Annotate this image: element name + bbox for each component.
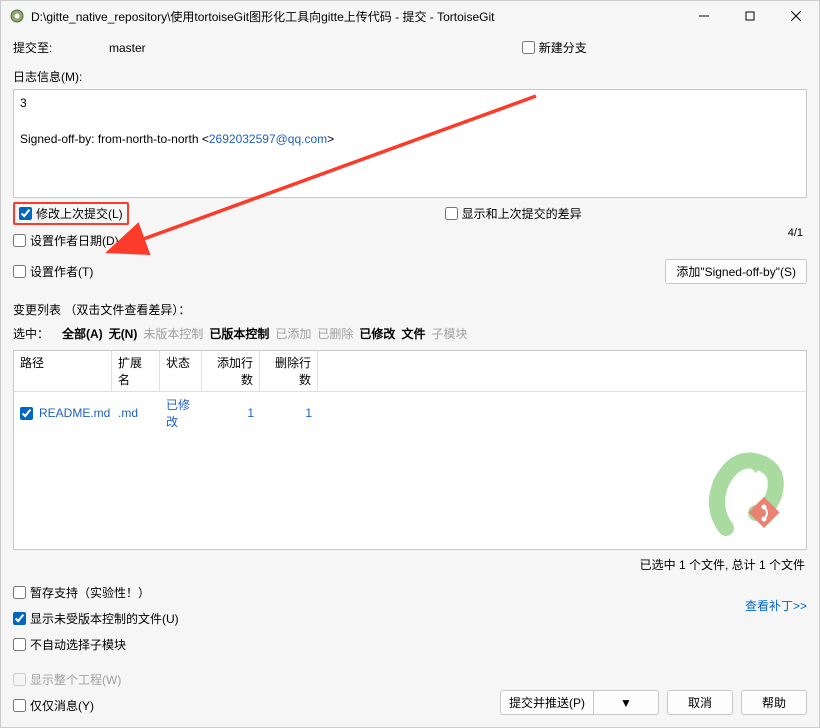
filter-added[interactable]: 已添加 [272, 325, 314, 342]
window-title: D:\gitte_native_repository\使用tortoiseGit… [31, 8, 681, 25]
only-msg-label: 仅仅消息(Y) [30, 697, 94, 714]
th-added[interactable]: 添加行数 [202, 351, 260, 391]
footer-checks: 显示整个工程(W) 仅仅消息(Y) [13, 668, 121, 717]
commit-to-row: 提交至: master 新建分支 [13, 39, 807, 56]
maximize-button[interactable] [727, 1, 773, 31]
file-list-table: 路径 扩展名 状态 添加行数 删除行数 README.md .md 已修改 1 … [13, 350, 807, 550]
commit-dialog: D:\gitte_native_repository\使用tortoiseGit… [0, 0, 820, 728]
commit-to-label: 提交至: [13, 39, 103, 56]
show-unversioned-row[interactable]: 显示未受版本控制的文件(U) [13, 607, 179, 630]
table-header: 路径 扩展名 状态 添加行数 删除行数 [14, 351, 806, 392]
msg-line-3: Signed-off-by: from-north-to-north <2692… [20, 130, 800, 148]
table-body: README.md .md 已修改 1 1 [14, 392, 806, 549]
cancel-button[interactable]: 取消 [667, 690, 733, 715]
filter-submod[interactable]: 子模块 [428, 325, 470, 342]
app-icon [9, 8, 25, 24]
filter-none[interactable]: 无(N) [106, 325, 141, 342]
show-unversioned-checkbox[interactable] [13, 612, 26, 625]
th-ext[interactable]: 扩展名 [112, 351, 160, 391]
commit-push-split-button: 提交并推送(P) ▼ [500, 690, 659, 715]
selection-status: 已选中 1 个文件, 总计 1 个文件 [13, 554, 807, 575]
bottom-checks: 暂存支持（实验性！） 显示未受版本控制的文件(U) 不自动选择子模块 [13, 581, 179, 656]
stash-row[interactable]: 暂存支持（实验性！） [13, 581, 179, 604]
msg-line-1: 3 [20, 94, 800, 112]
add-signed-off-button[interactable]: 添加"Signed-off-by"(S) [665, 259, 807, 284]
filter-file[interactable]: 文件 [398, 325, 428, 342]
no-auto-submod-row[interactable]: 不自动选择子模块 [13, 633, 179, 656]
only-msg-checkbox[interactable] [13, 699, 26, 712]
filter-versioned[interactable]: 已版本控制 [206, 325, 272, 342]
changes-list-label: 变更列表 （双击文件查看差异）： [13, 301, 807, 318]
show-diff-checkbox[interactable] [445, 207, 458, 220]
td-added: 1 [202, 404, 260, 422]
author-date-label: 设置作者日期(D) [30, 232, 119, 249]
log-label: 日志信息(M): [13, 68, 807, 85]
close-button[interactable] [773, 1, 819, 31]
th-path[interactable]: 路径 [14, 351, 112, 391]
commit-push-button[interactable]: 提交并推送(P) [500, 690, 593, 715]
td-path: README.md [14, 404, 112, 422]
stash-checkbox[interactable] [13, 586, 26, 599]
content-area: 提交至: master 新建分支 日志信息(M): 3 Signed-off-b… [1, 31, 819, 727]
no-auto-submod-label: 不自动选择子模块 [30, 636, 126, 653]
td-status: 已修改 [160, 394, 202, 432]
show-whole-proj-row[interactable]: 显示整个工程(W) [13, 668, 121, 691]
titlebar: D:\gitte_native_repository\使用tortoiseGit… [1, 1, 819, 31]
help-button[interactable]: 帮助 [741, 690, 807, 715]
window-controls [681, 1, 819, 31]
amend-row: 修改上次提交(L) 显示和上次提交的差异 [13, 202, 807, 225]
minimize-button[interactable] [681, 1, 727, 31]
file-checkbox[interactable] [20, 407, 33, 420]
filter-all[interactable]: 全部(A) [59, 325, 106, 342]
no-auto-submod-checkbox[interactable] [13, 638, 26, 651]
show-unversioned-label: 显示未受版本控制的文件(U) [30, 610, 179, 627]
show-diff-checkbox-row[interactable]: 显示和上次提交的差异 [445, 202, 582, 225]
th-deleted[interactable]: 删除行数 [260, 351, 318, 391]
signed-off-prefix: Signed-off-by: from-north-to-north < [20, 132, 209, 146]
author-date-row[interactable]: 设置作者日期(D) [13, 229, 807, 252]
author-checkbox[interactable] [13, 265, 26, 278]
view-patch-link[interactable]: 查看补丁>> [745, 579, 807, 614]
signed-off-suffix: > [327, 132, 334, 146]
only-msg-row[interactable]: 仅仅消息(Y) [13, 694, 121, 717]
new-branch-check[interactable] [522, 41, 535, 54]
commit-push-dropdown[interactable]: ▼ [593, 690, 659, 715]
filter-modified[interactable]: 已修改 [356, 325, 398, 342]
filter-unversioned[interactable]: 未版本控制 [140, 325, 206, 342]
new-branch-label: 新建分支 [539, 39, 587, 56]
filter-row: 选中： 全部(A) 无(N) 未版本控制 已版本控制 已添加 已删除 已修改 文… [13, 325, 807, 342]
table-row[interactable]: README.md .md 已修改 1 1 [14, 392, 806, 434]
amend-highlight: 修改上次提交(L) [13, 202, 129, 225]
commit-message-box[interactable]: 3 Signed-off-by: from-north-to-north <26… [13, 89, 807, 198]
file-name: README.md [39, 406, 110, 420]
amend-checkbox[interactable] [19, 207, 32, 220]
branch-name: master [109, 41, 146, 55]
message-counter: 4/1 [788, 227, 803, 239]
amend-label: 修改上次提交(L) [36, 205, 123, 222]
stash-label: 暂存支持（实验性！） [30, 584, 150, 601]
author-row[interactable]: 设置作者(T) 添加"Signed-off-by"(S) [13, 256, 807, 287]
author-label: 设置作者(T) [30, 263, 93, 280]
show-whole-proj-label: 显示整个工程(W) [30, 671, 121, 688]
th-status[interactable]: 状态 [160, 351, 202, 391]
td-ext: .md [112, 404, 160, 422]
filter-label: 选中： [13, 325, 49, 342]
new-branch-checkbox[interactable]: 新建分支 [522, 39, 587, 56]
footer-buttons: 提交并推送(P) ▼ 取消 帮助 [500, 684, 807, 717]
td-deleted: 1 [260, 404, 318, 422]
signed-off-email: 2692032597@qq.com [209, 132, 327, 146]
filter-deleted[interactable]: 已删除 [314, 325, 356, 342]
show-whole-proj-checkbox [13, 673, 26, 686]
show-diff-label: 显示和上次提交的差异 [462, 205, 582, 222]
author-date-checkbox[interactable] [13, 234, 26, 247]
